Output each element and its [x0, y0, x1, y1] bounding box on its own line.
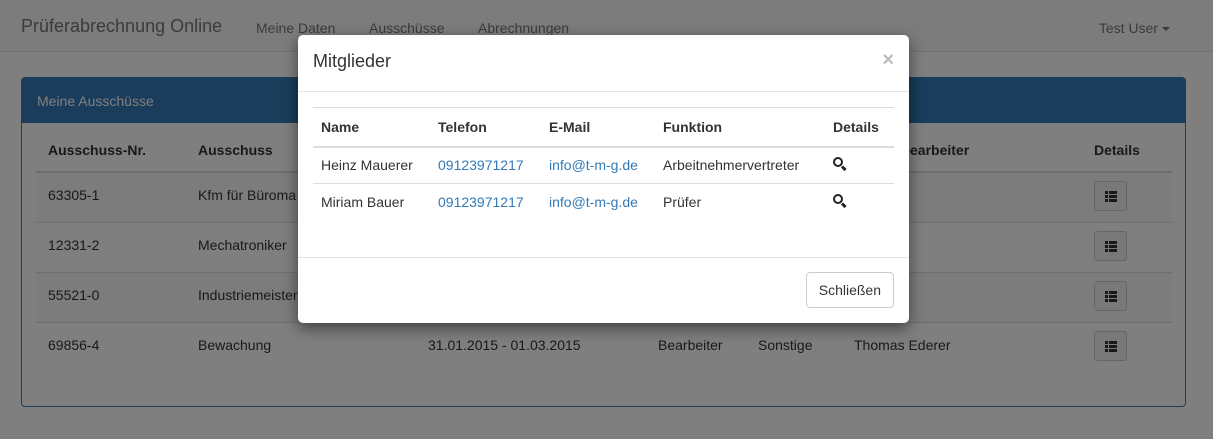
table-row: Miriam Bauer 09123971217 info@t-m-g.de P…	[313, 183, 894, 221]
member-name: Heinz Mauerer	[321, 157, 413, 174]
phone-link[interactable]: 09123971217	[438, 194, 524, 210]
modal-header-divider	[298, 91, 909, 92]
members-table: Name Telefon E-Mail Funktion Details Hei…	[313, 107, 894, 221]
modal-title: Mitglieder	[313, 51, 392, 71]
search-icon[interactable]	[833, 156, 847, 171]
col-funktion: Funktion	[655, 107, 825, 148]
email-link[interactable]: info@t-m-g.de	[549, 157, 638, 173]
member-funktion: Arbeitnehmervertreter	[663, 157, 800, 174]
col-email: E-Mail	[541, 107, 655, 148]
email-link[interactable]: info@t-m-g.de	[549, 194, 638, 210]
col-telefon: Telefon	[430, 107, 541, 148]
member-name: Miriam Bauer	[313, 183, 430, 221]
close-icon[interactable]: ×	[882, 49, 894, 72]
close-button[interactable]: Schließen	[805, 272, 894, 308]
col-details: Details	[825, 107, 894, 148]
modal-footer-divider	[298, 257, 909, 258]
member-funktion: Prüfer	[655, 183, 825, 221]
col-name: Name	[313, 107, 430, 148]
table-row: Heinz Mauerer 09123971217 info@t-m-g.de …	[313, 147, 894, 184]
search-icon[interactable]	[833, 193, 847, 208]
mitglieder-modal: Mitglieder × Name Telefon E-Mail Funktio…	[298, 35, 909, 323]
phone-link[interactable]: 09123971217	[438, 157, 524, 173]
